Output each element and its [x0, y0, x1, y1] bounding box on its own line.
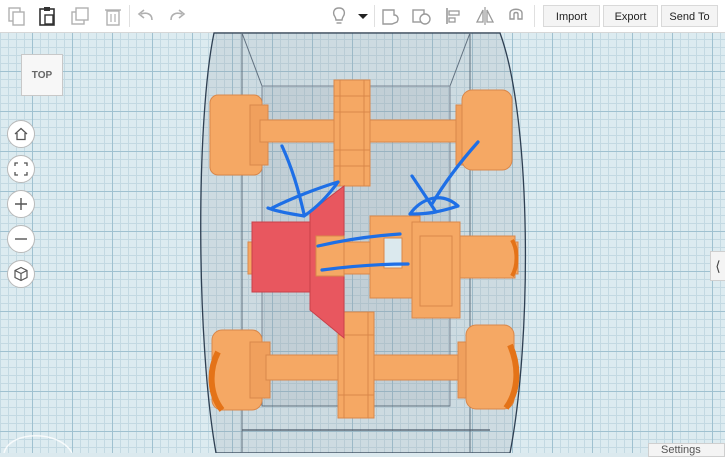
home-view-button[interactable]	[7, 120, 35, 148]
zoom-in-button[interactable]	[7, 190, 35, 218]
model-scene[interactable]	[0, 0, 725, 453]
zoom-out-icon	[15, 238, 27, 240]
fit-view-icon	[14, 162, 28, 176]
fit-view-button[interactable]	[7, 155, 35, 183]
view-cube[interactable]: TOP	[21, 54, 63, 96]
panel-toggle-button[interactable]: ⟨	[710, 251, 725, 281]
home-icon	[14, 127, 28, 141]
orbit-ring[interactable]	[0, 420, 80, 453]
rear-gear[interactable]	[333, 79, 371, 187]
perspective-button[interactable]	[7, 260, 35, 288]
settings-tab[interactable]: Settings	[648, 443, 725, 457]
zoom-in-icon	[15, 198, 27, 210]
perspective-icon	[14, 266, 28, 282]
zoom-out-button[interactable]	[7, 225, 35, 253]
